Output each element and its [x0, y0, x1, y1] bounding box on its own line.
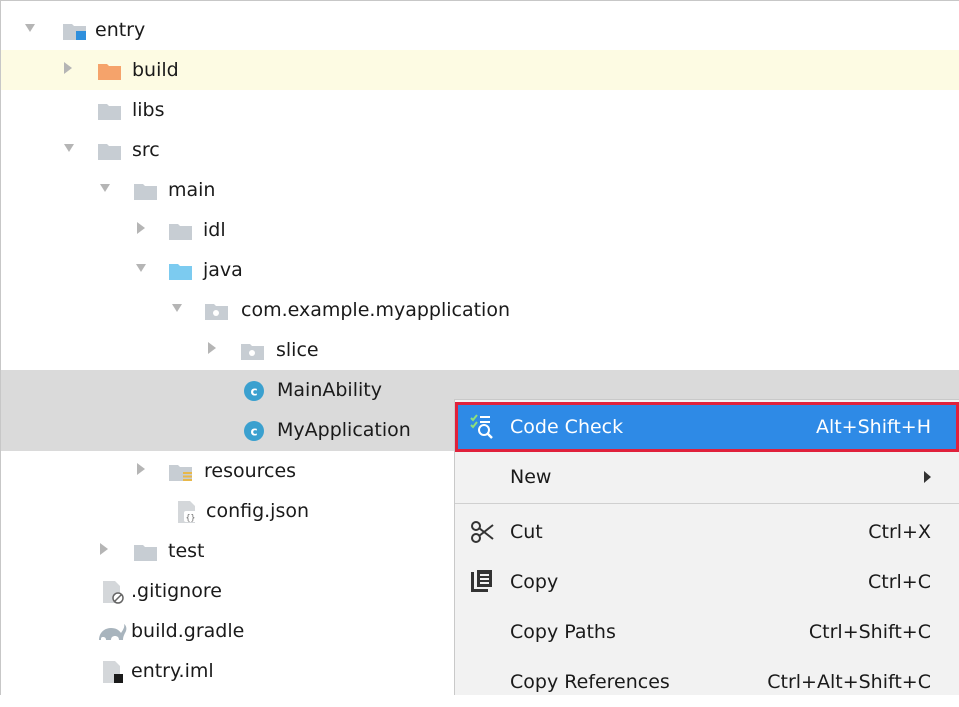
tree-item-label: MainAbility	[277, 379, 382, 401]
svg-text:c: c	[250, 425, 257, 439]
svg-text:c: c	[250, 385, 257, 399]
tree-row-main[interactable]: main	[1, 170, 959, 210]
tree-item-label: idl	[203, 219, 226, 241]
expanded-arrow-icon[interactable]	[25, 24, 35, 32]
tree-row-idl[interactable]: idl	[1, 210, 959, 250]
menu-item-label: Code Check	[510, 416, 624, 438]
collapsed-arrow-icon[interactable]	[137, 463, 145, 475]
menu-item-code-check[interactable]: Code Check Alt+Shift+H	[455, 402, 959, 452]
menu-item-shortcut: Ctrl+X	[868, 521, 931, 543]
folder-icon	[169, 222, 193, 240]
collapsed-arrow-icon[interactable]	[137, 222, 145, 234]
tree-item-label: entry	[95, 19, 146, 41]
ignored-file-icon	[101, 580, 125, 604]
tree-item-label: build	[132, 59, 179, 81]
svg-text:{}: {}	[186, 513, 196, 522]
expanded-arrow-icon[interactable]	[136, 264, 146, 272]
class-icon: c	[243, 380, 267, 401]
tree-row-java[interactable]: java	[1, 250, 959, 290]
expanded-arrow-icon[interactable]	[172, 304, 182, 312]
tree-item-label: src	[132, 139, 160, 161]
menu-item-label: Copy	[510, 571, 559, 593]
tree-row-build[interactable]: build	[1, 50, 959, 90]
menu-item-shortcut: Alt+Shift+H	[815, 416, 931, 438]
class-icon: c	[243, 420, 267, 441]
scissors-icon	[469, 519, 495, 545]
menu-item-label: New	[510, 466, 552, 488]
collapsed-arrow-icon[interactable]	[208, 342, 216, 354]
tree-row-entry[interactable]: entry	[1, 10, 959, 50]
tree-row-libs[interactable]: libs	[1, 90, 959, 130]
expanded-arrow-icon[interactable]	[100, 184, 110, 192]
tree-item-label: test	[168, 540, 205, 562]
menu-item-label: Copy References	[510, 671, 670, 693]
menu-item-copy-paths[interactable]: Copy Paths Ctrl+Shift+C	[455, 607, 959, 657]
tree-item-label: main	[168, 179, 216, 201]
menu-item-label: Cut	[510, 521, 543, 543]
tree-item-label: slice	[276, 339, 319, 361]
menu-item-copy-references[interactable]: Copy References Ctrl+Alt+Shift+C	[455, 657, 959, 707]
package-icon	[241, 342, 265, 360]
copy-icon	[469, 569, 495, 595]
collapsed-arrow-icon[interactable]	[100, 543, 108, 555]
tree-row-slice[interactable]: slice	[1, 330, 959, 370]
tree-item-label: entry.iml	[131, 660, 214, 682]
menu-item-shortcut: Ctrl+Alt+Shift+C	[767, 671, 931, 693]
tree-item-label: resources	[204, 460, 297, 482]
package-icon	[205, 302, 229, 320]
folder-icon	[98, 102, 122, 120]
menu-item-label: Copy Paths	[510, 621, 616, 643]
menu-item-new[interactable]: New	[455, 452, 959, 502]
menu-item-shortcut: Ctrl+Shift+C	[808, 621, 931, 643]
chevron-right-icon	[924, 471, 931, 483]
tree-item-label: com.example.myapplication	[241, 299, 510, 321]
folder-icon	[134, 543, 158, 561]
context-menu: Code Check Alt+Shift+H New Cut Ctrl+X Co…	[454, 399, 959, 695]
tree-item-label: libs	[132, 99, 165, 121]
menu-item-cut[interactable]: Cut Ctrl+X	[455, 507, 959, 557]
tree-item-label: MyApplication	[277, 419, 411, 441]
tree-item-label: build.gradle	[131, 620, 245, 642]
tree-row-src[interactable]: src	[1, 130, 959, 170]
folder-icon	[134, 182, 158, 200]
resources-folder-icon	[169, 463, 193, 481]
menu-item-shortcut: Ctrl+C	[868, 571, 931, 593]
tree-item-label: config.json	[206, 500, 310, 522]
build-folder-icon	[98, 62, 122, 80]
menu-item-copy[interactable]: Copy Ctrl+C	[455, 557, 959, 607]
module-folder-icon	[63, 22, 87, 40]
folder-icon	[98, 142, 122, 160]
code-check-icon	[469, 413, 495, 439]
collapsed-arrow-icon[interactable]	[64, 62, 72, 74]
menu-separator	[455, 503, 959, 504]
tree-row-package[interactable]: com.example.myapplication	[1, 290, 959, 330]
tree-item-label: java	[203, 259, 243, 281]
iml-file-icon	[101, 660, 125, 683]
json-file-icon: {}	[175, 500, 199, 523]
tree-item-label: .gitignore	[131, 580, 222, 602]
expanded-arrow-icon[interactable]	[64, 144, 74, 152]
gradle-icon	[97, 622, 127, 640]
source-folder-icon	[169, 262, 193, 280]
